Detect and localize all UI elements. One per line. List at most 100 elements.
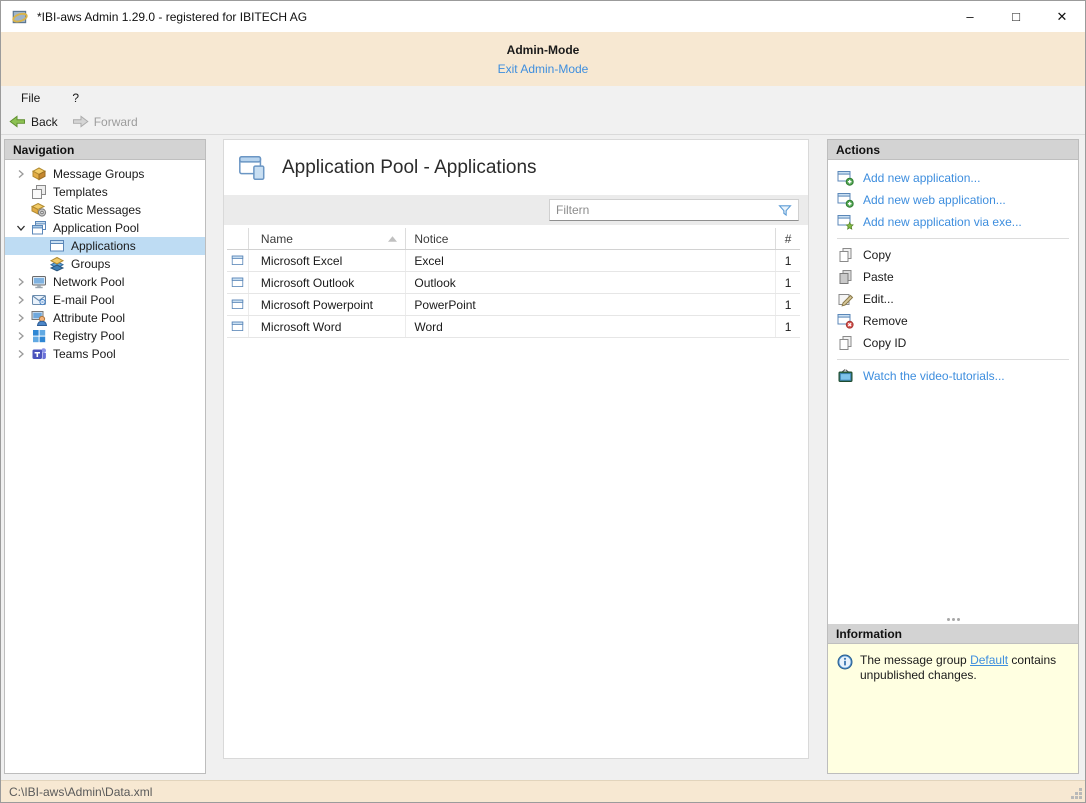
nav-item-email-pool[interactable]: E-mail Pool bbox=[5, 291, 205, 309]
actions-separator bbox=[837, 238, 1069, 239]
chevron-right-icon[interactable] bbox=[14, 347, 28, 361]
copy-icon bbox=[837, 335, 854, 351]
chevron-placeholder bbox=[32, 239, 46, 253]
forward-button[interactable]: Forward bbox=[72, 114, 138, 129]
applications-icon bbox=[49, 238, 65, 254]
menu-bar: File ? bbox=[1, 86, 1085, 109]
nav-item-registry-pool[interactable]: Registry Pool bbox=[5, 327, 205, 345]
resize-grip[interactable] bbox=[1070, 787, 1083, 800]
filter-field bbox=[549, 199, 799, 221]
nav-item-static-messages[interactable]: Static Messages bbox=[5, 201, 205, 219]
teams-pool-icon bbox=[31, 346, 47, 362]
information-message: The message group Default contains unpub… bbox=[860, 653, 1070, 773]
edit-button[interactable]: Edit... bbox=[828, 288, 1078, 310]
copy-button[interactable]: Copy bbox=[828, 244, 1078, 266]
maximize-button[interactable]: □ bbox=[993, 1, 1039, 32]
nav-item-message-groups[interactable]: Message Groups bbox=[5, 165, 205, 183]
minimize-button[interactable]: – bbox=[947, 1, 993, 32]
information-body: The message group Default contains unpub… bbox=[828, 644, 1078, 773]
nav-item-applications[interactable]: Applications bbox=[5, 237, 205, 255]
toolbar: Back Forward bbox=[1, 109, 1085, 135]
chevron-down-icon[interactable] bbox=[14, 221, 28, 235]
admin-mode-banner: Admin-Mode Exit Admin-Mode bbox=[1, 32, 1085, 86]
remove-button[interactable]: Remove bbox=[828, 310, 1078, 332]
paste-button[interactable]: Paste bbox=[828, 266, 1078, 288]
back-arrow-icon bbox=[9, 114, 26, 129]
network-pool-icon bbox=[31, 274, 47, 290]
header-name[interactable]: Name bbox=[249, 228, 406, 249]
table-row[interactable]: Microsoft Excel Excel 1 bbox=[227, 250, 800, 272]
add-new-web-application-link[interactable]: Add new web application... bbox=[828, 189, 1078, 211]
back-label: Back bbox=[31, 115, 58, 129]
table-row[interactable]: Microsoft Word Word 1 bbox=[227, 316, 800, 338]
nav-item-network-pool[interactable]: Network Pool bbox=[5, 273, 205, 291]
add-new-application-via-exe-link[interactable]: Add new application via exe... bbox=[828, 211, 1078, 233]
nav-item-teams-pool[interactable]: Teams Pool bbox=[5, 345, 205, 363]
exit-admin-mode-link[interactable]: Exit Admin-Mode bbox=[1, 62, 1085, 76]
navigation-panel: Navigation Message Groups Templates Stat… bbox=[4, 139, 206, 774]
tv-icon bbox=[837, 368, 854, 384]
nav-item-groups[interactable]: Groups bbox=[5, 255, 205, 273]
close-button[interactable]: ✕ bbox=[1039, 1, 1085, 32]
application-pool-page-icon bbox=[236, 153, 268, 183]
status-path: C:\IBI-aws\Admin\Data.xml bbox=[9, 785, 152, 799]
edit-pencil-icon bbox=[837, 291, 854, 307]
static-messages-icon bbox=[31, 202, 47, 218]
chevron-right-icon[interactable] bbox=[14, 167, 28, 181]
application-window-icon bbox=[230, 254, 245, 267]
filter-funnel-icon[interactable] bbox=[777, 203, 793, 218]
window-remove-icon bbox=[837, 313, 854, 329]
back-button[interactable]: Back bbox=[9, 114, 58, 129]
chevron-right-icon[interactable] bbox=[14, 311, 28, 325]
forward-label: Forward bbox=[94, 115, 138, 129]
chevron-right-icon[interactable] bbox=[14, 275, 28, 289]
window-title: *IBI-aws Admin 1.29.0 - registered for I… bbox=[37, 10, 307, 24]
message-groups-icon bbox=[31, 166, 47, 182]
copy-icon bbox=[837, 247, 854, 263]
window-add-icon bbox=[837, 192, 854, 208]
header-icon-column[interactable] bbox=[227, 228, 249, 249]
application-pool-icon bbox=[31, 220, 47, 236]
application-window-icon bbox=[230, 298, 245, 311]
filter-input[interactable] bbox=[550, 203, 777, 217]
add-new-application-link[interactable]: Add new application... bbox=[828, 167, 1078, 189]
applications-table: Name Notice # Microsoft Excel Excel 1 bbox=[227, 228, 800, 338]
forward-arrow-icon bbox=[72, 114, 89, 129]
nav-item-application-pool[interactable]: Application Pool bbox=[5, 219, 205, 237]
menu-help[interactable]: ? bbox=[68, 89, 83, 107]
table-row[interactable]: Microsoft Powerpoint PowerPoint 1 bbox=[227, 294, 800, 316]
header-count[interactable]: # bbox=[776, 228, 800, 249]
application-window-icon bbox=[230, 276, 245, 289]
nav-item-templates[interactable]: Templates bbox=[5, 183, 205, 201]
chevron-placeholder bbox=[14, 185, 28, 199]
templates-icon bbox=[31, 184, 47, 200]
actions-separator bbox=[837, 359, 1069, 360]
table-row[interactable]: Microsoft Outlook Outlook 1 bbox=[227, 272, 800, 294]
navigation-tree: Message Groups Templates Static Messages… bbox=[5, 160, 205, 363]
attribute-pool-icon bbox=[31, 310, 47, 326]
copy-id-button[interactable]: Copy ID bbox=[828, 332, 1078, 354]
panel-splitter-handle[interactable] bbox=[828, 615, 1078, 624]
sort-ascending-icon bbox=[388, 236, 397, 242]
window-add-icon bbox=[837, 170, 854, 186]
watch-video-tutorials-link[interactable]: Watch the video-tutorials... bbox=[828, 365, 1078, 387]
header-notice[interactable]: Notice bbox=[406, 228, 776, 249]
page-title: Application Pool - Applications bbox=[282, 157, 537, 179]
default-message-group-link[interactable]: Default bbox=[970, 653, 1008, 667]
status-bar: C:\IBI-aws\Admin\Data.xml bbox=[1, 780, 1085, 802]
information-header: Information bbox=[828, 624, 1078, 644]
nav-item-attribute-pool[interactable]: Attribute Pool bbox=[5, 309, 205, 327]
app-window: *IBI-aws Admin 1.29.0 - registered for I… bbox=[0, 0, 1086, 803]
chevron-placeholder bbox=[14, 203, 28, 217]
info-icon bbox=[837, 654, 853, 670]
navigation-header: Navigation bbox=[5, 140, 205, 160]
chevron-right-icon[interactable] bbox=[14, 329, 28, 343]
filter-bar bbox=[224, 195, 808, 225]
chevron-right-icon[interactable] bbox=[14, 293, 28, 307]
groups-icon bbox=[49, 256, 65, 272]
content-panel: Application Pool - Applications Name Not… bbox=[223, 139, 809, 759]
menu-file[interactable]: File bbox=[17, 89, 44, 107]
title-bar: *IBI-aws Admin 1.29.0 - registered for I… bbox=[1, 1, 1085, 32]
email-pool-icon bbox=[31, 292, 47, 308]
main-region: Navigation Message Groups Templates Stat… bbox=[1, 135, 1085, 780]
